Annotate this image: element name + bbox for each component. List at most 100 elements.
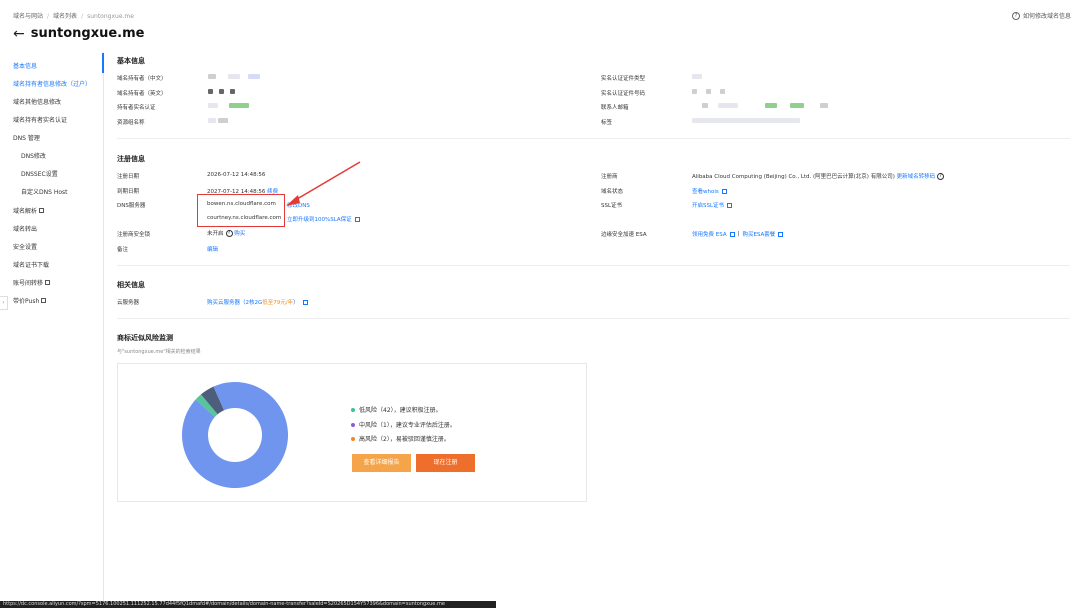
redacted-value <box>208 118 216 123</box>
tags-label: 标签 <box>601 120 613 126</box>
sidebar-item-dns-modify[interactable]: DNS修改 <box>21 151 46 160</box>
lock-status-text: 未开启 <box>207 231 224 237</box>
cloud-server-link[interactable]: 购买云服务器（2核2G 低至79元/年） <box>207 298 308 306</box>
sidebar-item-dns-resolve[interactable]: 域名解析 <box>13 206 45 215</box>
esa-free-link[interactable]: 领用免费 ESA <box>692 230 727 238</box>
divider <box>117 265 1070 266</box>
remark-label: 备注 <box>117 247 129 253</box>
reg-date-value: 2026-07-12 14:48:56 <box>207 172 266 178</box>
sidebar-item-label: 基本信息 <box>13 63 38 70</box>
legend-label: 高风险（2），易被驳回谨慎注册。 <box>359 436 450 443</box>
help-link[interactable]: ? 如何修改域名信息 <box>1011 11 1071 20</box>
dns-server-label: DNS服务器 <box>117 203 146 209</box>
sidebar-item-label: 域名转出 <box>13 226 38 233</box>
external-link-icon <box>302 299 308 305</box>
related-info-title: 相关信息 <box>117 281 145 289</box>
holder-cn-label: 域名持有者（中文） <box>117 76 167 82</box>
breadcrumb-link-domain-web[interactable]: 域名与网站 <box>13 13 43 20</box>
sidebar-item-label: DNS修改 <box>21 153 46 160</box>
registrar-label: 注册商 <box>601 174 618 180</box>
donut-hole <box>208 408 262 462</box>
whois-link[interactable]: 查看whois <box>692 187 727 195</box>
sidebar-item-label: 带价Push <box>13 298 40 305</box>
domain-status-label: 域名状态 <box>601 189 624 195</box>
sidebar-item-label: 域名持有者实名认证 <box>13 117 68 124</box>
redacted-value <box>820 103 828 108</box>
sidebar-item-dnssec[interactable]: DNSSEC设置 <box>21 169 58 178</box>
legend-label: 低风险（42），建议积极注册。 <box>359 407 442 414</box>
redacted-value <box>218 118 228 123</box>
dns-highlight-box <box>197 194 285 227</box>
sidebar-item-account-transfer[interactable]: 账号间转移 <box>13 278 51 287</box>
registrar-name: Alibaba Cloud Computing (Beijing) Co., L… <box>692 174 895 180</box>
holder-en-label: 域名持有者（英文） <box>117 91 167 97</box>
back-arrow-icon[interactable]: ← <box>13 27 25 41</box>
breadcrumb-current: suntongxue.me <box>87 13 134 20</box>
redacted-value <box>208 74 216 79</box>
sidebar-item-label: 账号间转移 <box>13 280 44 287</box>
chevron-right-icon: › <box>2 299 5 306</box>
upgrade-sla-link[interactable]: 立即升级到100%SLA保证 <box>287 215 360 223</box>
external-link-icon <box>727 202 733 208</box>
help-link-label: 如何修改域名信息 <box>1022 13 1071 20</box>
question-icon[interactable]: ? <box>225 230 233 237</box>
upgrade-sla-label: 立即升级到100%SLA保证 <box>287 217 352 223</box>
sidebar-item-real-name[interactable]: 域名持有者实名认证 <box>13 115 67 124</box>
edit-remark-link[interactable]: 编辑 <box>207 245 218 253</box>
esa-separator: | <box>737 231 740 237</box>
sidebar-item-price-push[interactable]: 带价Push <box>13 296 47 305</box>
real-name-status-label: 持有者实名认证 <box>117 105 156 111</box>
external-link-icon <box>721 188 727 194</box>
breadcrumb-link-domain-list[interactable]: 域名列表 <box>53 13 77 20</box>
sidebar-collapse-toggle[interactable]: › <box>0 296 8 310</box>
external-link-icon <box>39 208 45 213</box>
sidebar-item-security[interactable]: 安全设置 <box>13 242 37 251</box>
whois-label: 查看whois <box>692 189 719 195</box>
divider <box>117 138 1070 139</box>
arrow-shaft <box>291 161 361 203</box>
redacted-value <box>228 74 240 79</box>
redacted-value <box>248 74 260 79</box>
sidebar-item-dns-manage[interactable]: DNS 管理 <box>13 133 40 142</box>
legend-high-risk: 高风险（2），易被驳回谨慎注册。 <box>351 434 450 443</box>
external-link-icon <box>41 298 47 303</box>
sidebar-item-label: 自定义DNS Host <box>21 189 68 196</box>
redacted-value <box>790 103 804 108</box>
redacted-value <box>702 103 708 108</box>
redacted-value <box>219 89 224 94</box>
annotation-arrow-icon <box>286 161 361 206</box>
cert-type-label: 实名认证证件类型 <box>601 76 646 82</box>
basic-info-title: 基本信息 <box>117 57 145 65</box>
sidebar-active-indicator <box>102 53 104 73</box>
esa-buy-link[interactable]: 购买ESA套餐 <box>742 230 775 238</box>
ssl-link[interactable]: 开启SSL证书 <box>692 201 733 209</box>
question-icon[interactable]: ? <box>937 173 945 180</box>
redacted-value <box>692 118 800 123</box>
legend-mid-risk: 中风险（1），建议专业评估后注册。 <box>351 420 456 429</box>
buy-lock-link[interactable]: 购买 <box>234 231 245 237</box>
sidebar-item-cert-download[interactable]: 域名证书下载 <box>13 260 49 269</box>
sidebar-item-transfer-out[interactable]: 域名转出 <box>13 224 37 233</box>
sidebar-item-label: 域名解析 <box>13 208 38 215</box>
sidebar-item-basic-info[interactable]: 基本信息 <box>13 61 37 70</box>
cloud-server-link-text: 购买云服务器（2核2G <box>207 300 263 306</box>
page-title: suntongxue.me <box>30 26 145 41</box>
redacted-value <box>706 89 711 94</box>
cloud-server-link-end: ） <box>293 300 299 306</box>
sidebar-item-custom-dns-host[interactable]: 自定义DNS Host <box>21 187 68 196</box>
view-report-button[interactable]: 查看详细报告 <box>352 454 411 472</box>
breadcrumb-separator: / <box>47 13 50 20</box>
redacted-value <box>229 103 249 108</box>
sidebar-item-label: 域名持有者信息修改（过户） <box>13 81 92 88</box>
redacted-value <box>692 74 702 79</box>
legend-dot <box>351 407 355 412</box>
sidebar-item-other-info[interactable]: 域名其他信息修改 <box>13 97 61 106</box>
cert-number-label: 实名认证证件号码 <box>601 91 646 97</box>
browser-status-url: https://dc.console.aliyun.com/?spm=5176.… <box>0 601 496 608</box>
register-now-button[interactable]: 现在注册 <box>416 454 475 472</box>
question-icon: ? <box>1011 11 1020 20</box>
ssl-link-label: 开启SSL证书 <box>692 203 725 209</box>
transfer-code-link[interactable]: 更新域名转移码 <box>897 174 936 180</box>
sidebar-item-holder-change[interactable]: 域名持有者信息修改（过户） <box>13 79 91 88</box>
page-header: ← suntongxue.me <box>13 26 144 41</box>
